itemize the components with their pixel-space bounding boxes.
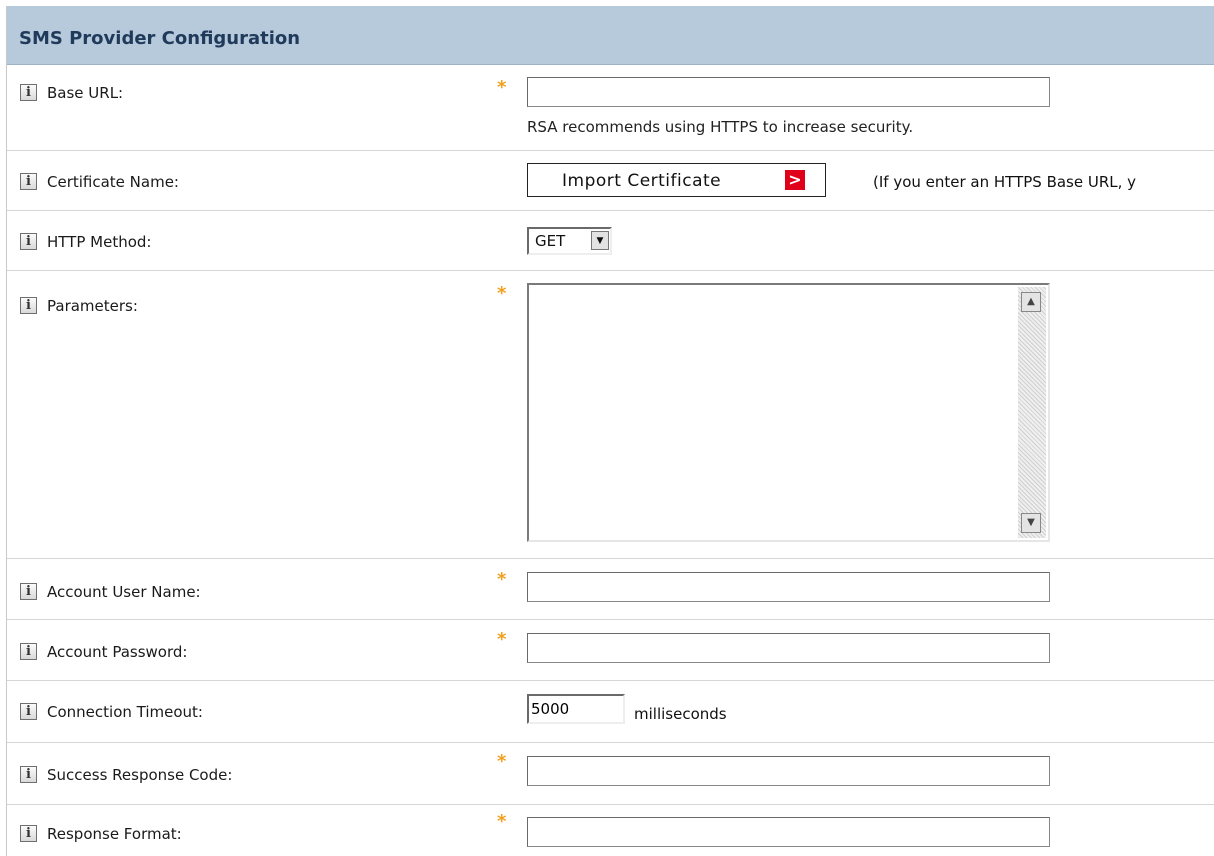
success-response-code-label: Success Response Code: <box>47 766 233 784</box>
required-marker: * <box>497 629 507 650</box>
info-icon[interactable]: i <box>20 643 37 660</box>
info-icon[interactable]: i <box>20 233 37 250</box>
connection-timeout-input[interactable] <box>527 694 625 724</box>
info-icon[interactable]: i <box>20 583 37 600</box>
row-base-url: i Base URL: * RSA recommends using HTTPS… <box>7 65 1214 151</box>
panel-header: SMS Provider Configuration <box>7 6 1214 65</box>
certificate-note: (If you enter an HTTPS Base URL, y <box>873 173 1137 191</box>
row-connection-timeout: i Connection Timeout: milliseconds <box>7 681 1214 743</box>
account-user-name-input[interactable] <box>527 572 1050 602</box>
info-icon[interactable]: i <box>20 825 37 842</box>
certificate-name-label: Certificate Name: <box>47 173 179 191</box>
import-certificate-button[interactable]: Import Certificate > <box>527 163 826 197</box>
row-parameters: i Parameters: * ▲ ▼ <box>7 271 1214 559</box>
info-icon[interactable]: i <box>20 173 37 190</box>
http-method-select[interactable]: GET ▼ <box>527 227 612 255</box>
panel-title: SMS Provider Configuration <box>19 28 301 49</box>
success-response-code-input[interactable] <box>527 756 1050 786</box>
info-icon[interactable]: i <box>20 84 37 101</box>
chevron-right-icon: > <box>785 170 805 190</box>
sms-provider-panel: SMS Provider Configuration i Base URL: *… <box>6 6 1214 856</box>
row-certificate-name: i Certificate Name: Import Certificate >… <box>7 151 1214 211</box>
account-password-label: Account Password: <box>47 643 188 661</box>
import-certificate-label: Import Certificate <box>562 171 722 191</box>
response-format-label: Response Format: <box>47 825 182 843</box>
info-icon[interactable]: i <box>20 703 37 720</box>
http-method-label: HTTP Method: <box>47 233 152 251</box>
parameters-textarea[interactable]: ▲ ▼ <box>527 283 1050 542</box>
info-icon[interactable]: i <box>20 297 37 314</box>
parameters-label: Parameters: <box>47 297 138 315</box>
row-success-response-code: i Success Response Code: * <box>7 743 1214 805</box>
row-account-password: i Account Password: * <box>7 620 1214 681</box>
base-url-hint: RSA recommends using HTTPS to increase s… <box>527 118 914 136</box>
required-marker: * <box>497 569 507 590</box>
required-marker: * <box>497 811 507 832</box>
required-marker: * <box>497 283 507 304</box>
row-account-user-name: i Account User Name: * <box>7 559 1214 620</box>
scroll-down-icon[interactable]: ▼ <box>1021 513 1041 533</box>
info-icon[interactable]: i <box>20 766 37 783</box>
base-url-label: Base URL: <box>47 84 124 102</box>
account-password-input[interactable] <box>527 633 1050 663</box>
required-marker: * <box>497 751 507 772</box>
chevron-down-icon[interactable]: ▼ <box>591 231 609 250</box>
parameters-scrollbar[interactable]: ▲ ▼ <box>1018 287 1046 538</box>
connection-timeout-unit: milliseconds <box>634 705 727 723</box>
scroll-up-icon[interactable]: ▲ <box>1021 292 1041 312</box>
account-user-name-label: Account User Name: <box>47 583 201 601</box>
response-format-input[interactable] <box>527 817 1050 847</box>
required-marker: * <box>497 77 507 98</box>
row-http-method: i HTTP Method: GET ▼ <box>7 211 1214 271</box>
http-method-selected: GET <box>535 232 566 250</box>
row-response-format: i Response Format: * <box>7 805 1214 856</box>
connection-timeout-label: Connection Timeout: <box>47 703 203 721</box>
base-url-input[interactable] <box>527 77 1050 107</box>
